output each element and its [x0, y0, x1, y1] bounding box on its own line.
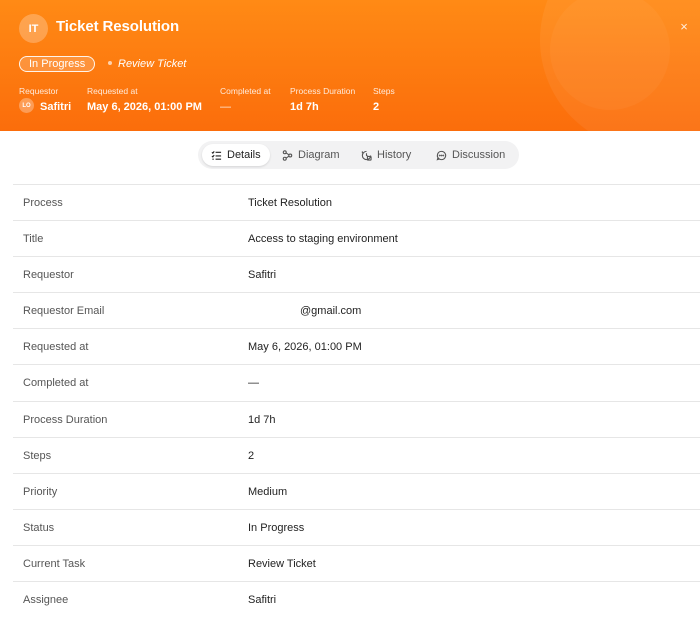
- detail-value: Safitri: [248, 594, 277, 607]
- detail-row-priority: Priority Medium: [13, 472, 700, 509]
- requested-at-label: Requested at: [87, 86, 138, 96]
- process-header: IT Ticket Resolution × In Progress Revie…: [0, 0, 700, 131]
- detail-value: May 6, 2026, 01:00 PM: [248, 341, 362, 354]
- detail-value: Review Ticket: [248, 557, 316, 570]
- detail-key: Current Task: [23, 557, 86, 570]
- steps-value: 2: [373, 101, 380, 113]
- requestor-value: Safitri: [40, 101, 72, 113]
- page-title: Ticket Resolution: [56, 18, 180, 35]
- detail-value: Safitri: [248, 269, 277, 282]
- duration-value: 1d 7h: [290, 101, 319, 113]
- email-domain: @gmail.com: [300, 305, 362, 318]
- detail-key: Completed at: [23, 377, 89, 390]
- detail-row-process: Process Ticket Resolution: [13, 184, 700, 220]
- detail-row-steps: Steps 2: [13, 436, 700, 473]
- detail-row-requested-at: Requested at May 6, 2026, 01:00 PM: [13, 328, 700, 364]
- steps-label: Steps: [373, 86, 395, 96]
- tab-details[interactable]: Details: [202, 144, 270, 166]
- detail-value: Access to staging environment: [248, 233, 398, 246]
- separator-dot: [108, 61, 112, 65]
- process-avatar: IT: [19, 14, 48, 43]
- detail-row-title: Title Access to staging environment: [13, 220, 700, 256]
- completed-at-value: —: [220, 101, 231, 113]
- completed-at-label: Completed at: [220, 86, 271, 96]
- close-icon[interactable]: ×: [678, 20, 690, 34]
- detail-value: 1d 7h: [248, 413, 276, 426]
- tab-history[interactable]: History: [356, 144, 422, 166]
- detail-key: Process: [23, 197, 63, 209]
- current-task-label: Review Ticket: [118, 58, 187, 70]
- detail-key: Title: [23, 233, 44, 246]
- detail-row-completed-at: Completed at —: [13, 364, 700, 400]
- detail-value: Medium: [248, 485, 288, 498]
- tab-diagram-label: Diagram: [298, 149, 340, 161]
- detail-key: Assignee: [23, 594, 69, 607]
- list-check-icon: [211, 150, 222, 160]
- detail-value: Ticket Resolution: [248, 197, 332, 209]
- tab-bar: Details Diagram History Discussion: [198, 141, 519, 169]
- detail-key: Steps: [23, 449, 52, 462]
- detail-row-process-duration: Process Duration 1d 7h: [13, 400, 700, 437]
- history-icon: [361, 150, 372, 161]
- tab-diagram[interactable]: Diagram: [278, 144, 348, 166]
- duration-label: Process Duration: [290, 86, 356, 96]
- detail-key: Status: [23, 521, 55, 534]
- detail-key: Requestor: [23, 269, 74, 282]
- requestor-avatar: LO: [19, 98, 34, 113]
- detail-key: Process Duration: [23, 413, 108, 426]
- tab-discussion[interactable]: Discussion: [430, 144, 514, 166]
- detail-value: 2: [248, 449, 255, 462]
- detail-value: —: [248, 377, 259, 390]
- diagram-icon: [282, 149, 293, 161]
- detail-row-status: Status In Progress: [13, 508, 700, 545]
- tab-history-label: History: [377, 149, 412, 161]
- detail-value-email: @gmail.com: [248, 305, 361, 317]
- detail-row-requestor-email: Requestor Email @gmail.com: [13, 292, 700, 328]
- detail-key: Requested at: [23, 341, 89, 354]
- status-badge: In Progress: [19, 56, 96, 72]
- detail-value: In Progress: [248, 521, 305, 534]
- requestor-label: Requestor: [19, 86, 59, 96]
- detail-row-assignee: Assignee Safitri: [13, 581, 700, 617]
- detail-key: Requestor Email: [23, 305, 105, 318]
- detail-key: Priority: [23, 485, 58, 498]
- tab-discussion-label: Discussion: [452, 149, 506, 161]
- chat-icon: [436, 150, 447, 160]
- requested-at-value: May 6, 2026, 01:00 PM: [87, 101, 202, 113]
- details-table: Process Ticket Resolution Title Access t…: [13, 184, 700, 617]
- detail-row-requestor: Requestor Safitri: [13, 256, 700, 292]
- detail-row-current-task: Current Task Review Ticket: [13, 544, 700, 581]
- tab-details-label: Details: [227, 149, 261, 161]
